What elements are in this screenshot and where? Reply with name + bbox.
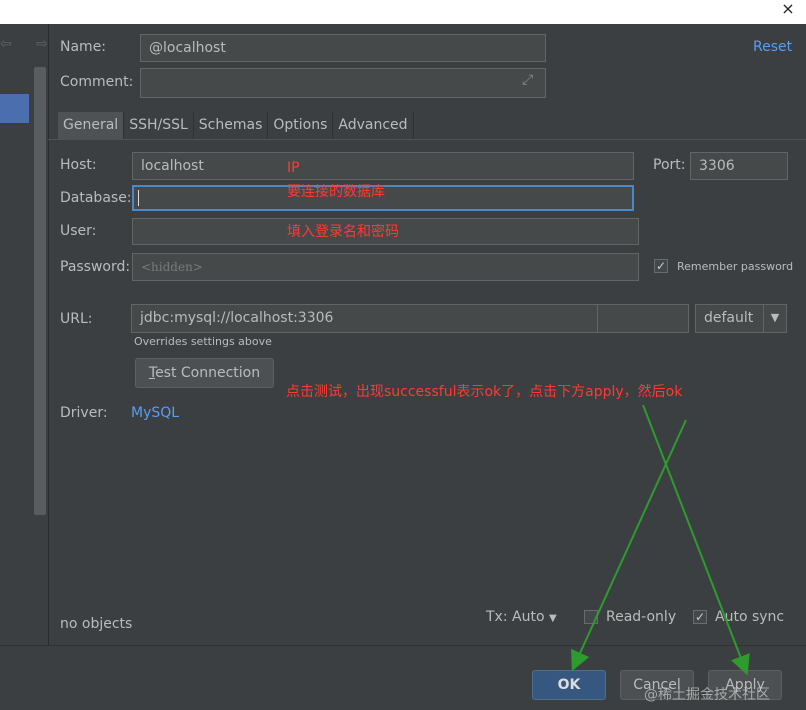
arrow-to-ok xyxy=(571,419,687,672)
watermark: @稀土掘金技术社区 xyxy=(644,687,770,703)
annotation-arrows xyxy=(571,404,750,676)
arrow-to-apply xyxy=(642,404,750,676)
